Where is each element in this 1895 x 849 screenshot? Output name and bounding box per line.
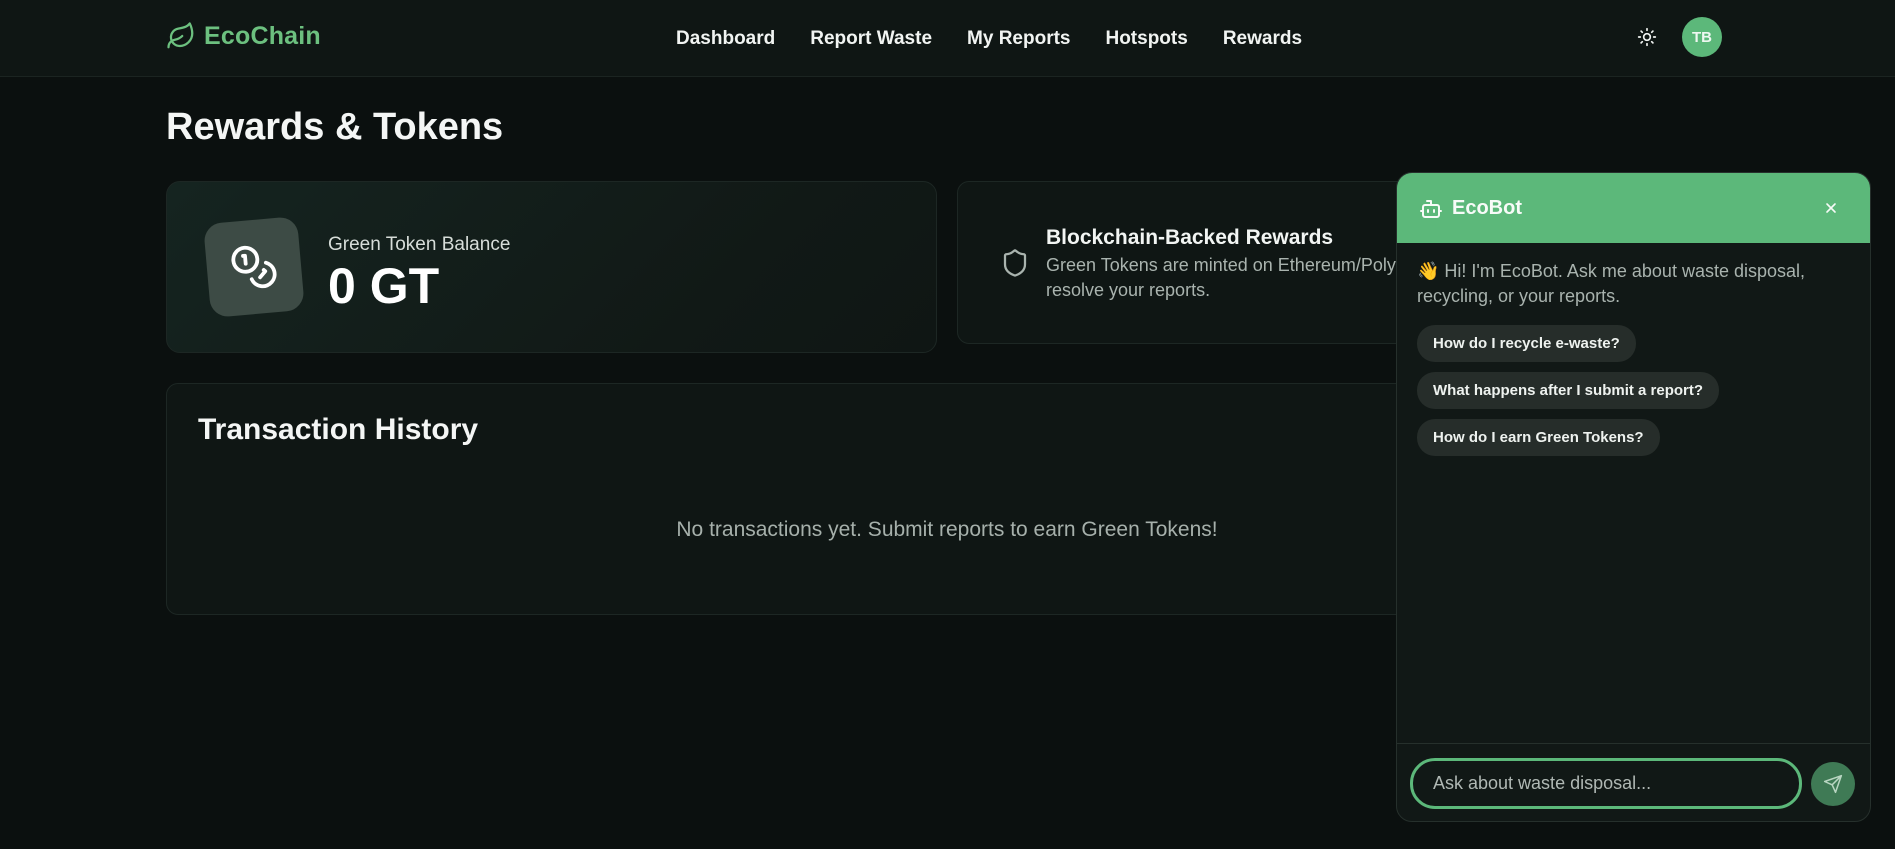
main-nav: Dashboard Report Waste My Reports Hotspo… [676,0,1337,77]
nav-link-report-waste[interactable]: Report Waste [810,28,932,50]
balance-label: Green Token Balance [328,234,511,255]
close-icon [1826,203,1836,213]
coins-icon [231,245,277,289]
send-message-button[interactable] [1811,762,1855,806]
chat-header: EcoBot [1397,173,1870,243]
transaction-history-card: Transaction History No transactions yet.… [166,383,1517,615]
chat-greeting-message: 👋 Hi! I'm EcoBot. Ask me about waste dis… [1417,261,1806,306]
brand-name: EcoChain [204,21,321,50]
page-title: Rewards & Tokens [166,106,504,148]
brand-logo[interactable]: EcoChain [166,20,321,52]
theme-toggle-button[interactable] [1634,24,1660,50]
top-navbar: EcoChain Dashboard Report Waste My Repor… [0,0,1895,77]
token-balance-card: Green Token Balance 0 GT [166,181,937,353]
nav-link-hotspots[interactable]: Hotspots [1105,28,1187,50]
nav-link-my-reports[interactable]: My Reports [967,28,1070,50]
ecobot-chat-panel: EcoBot 👋 Hi! I'm EcoBot. Ask me about wa… [1396,172,1871,822]
coins-icon-tile [203,216,305,318]
nav-link-dashboard[interactable]: Dashboard [676,28,775,50]
suggestion-chip-after-report[interactable]: What happens after I submit a report? [1417,372,1720,409]
blockchain-title: Blockchain-Backed Rewards [1046,226,1334,249]
chat-message-input[interactable] [1410,758,1802,809]
nav-link-rewards[interactable]: Rewards [1223,28,1302,50]
user-avatar[interactable]: TB [1682,17,1722,57]
leaf-icon [167,22,194,49]
bot-icon [1420,200,1442,218]
chat-title: EcoBot [1452,197,1522,219]
suggestion-chip-earn-tokens[interactable]: How do I earn Green Tokens? [1417,419,1660,456]
chat-close-button[interactable] [1820,197,1842,219]
transaction-history-title: Transaction History [198,413,479,446]
suggestion-chip-ewaste[interactable]: How do I recycle e-waste? [1417,325,1636,362]
balance-value: 0 GT [328,258,440,314]
shield-icon [1003,249,1027,277]
sun-icon [1637,27,1657,47]
chat-footer [1397,743,1870,821]
send-icon [1823,774,1843,794]
